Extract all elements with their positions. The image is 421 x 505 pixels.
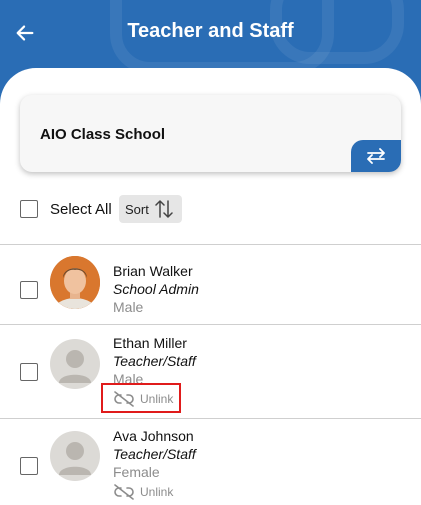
staff-name: Ava Johnson [113, 428, 194, 444]
switch-school-button[interactable] [351, 140, 401, 172]
unlink-icon [114, 484, 134, 500]
row-checkbox[interactable] [20, 457, 38, 475]
staff-gender: Female [113, 464, 160, 480]
school-card: AIO Class School [20, 95, 401, 172]
unlink-button[interactable]: Unlink [113, 484, 173, 500]
avatar-placeholder [50, 339, 100, 389]
select-all-row: Select All Sort [0, 193, 421, 227]
avatar-placeholder [50, 431, 100, 481]
select-all-checkbox[interactable] [20, 200, 38, 218]
person-photo [50, 256, 100, 309]
divider [0, 244, 421, 245]
unlink-label: Unlink [140, 485, 174, 499]
staff-gender: Male [113, 299, 144, 315]
divider [0, 418, 421, 419]
staff-name: Brian Walker [113, 263, 193, 279]
avatar [50, 256, 100, 309]
row-checkbox[interactable] [20, 281, 38, 299]
staff-role: Teacher/Staff [113, 446, 196, 462]
sort-arrows-icon [155, 200, 173, 218]
school-name: AIO Class School [40, 126, 166, 143]
person-placeholder-icon [50, 431, 100, 481]
swap-arrows-icon [367, 148, 385, 164]
staff-name: Ethan Miller [113, 335, 187, 351]
sort-button[interactable]: Sort [119, 195, 182, 223]
highlight-box [101, 383, 181, 413]
divider [0, 324, 421, 325]
row-checkbox[interactable] [20, 363, 38, 381]
sort-label: Sort [125, 201, 149, 217]
staff-role: Teacher/Staff [113, 353, 196, 369]
page-title: Teacher and Staff [127, 20, 294, 42]
person-placeholder-icon [50, 339, 100, 389]
staff-role: School Admin [113, 281, 199, 297]
select-all-label: Select All [50, 201, 112, 218]
